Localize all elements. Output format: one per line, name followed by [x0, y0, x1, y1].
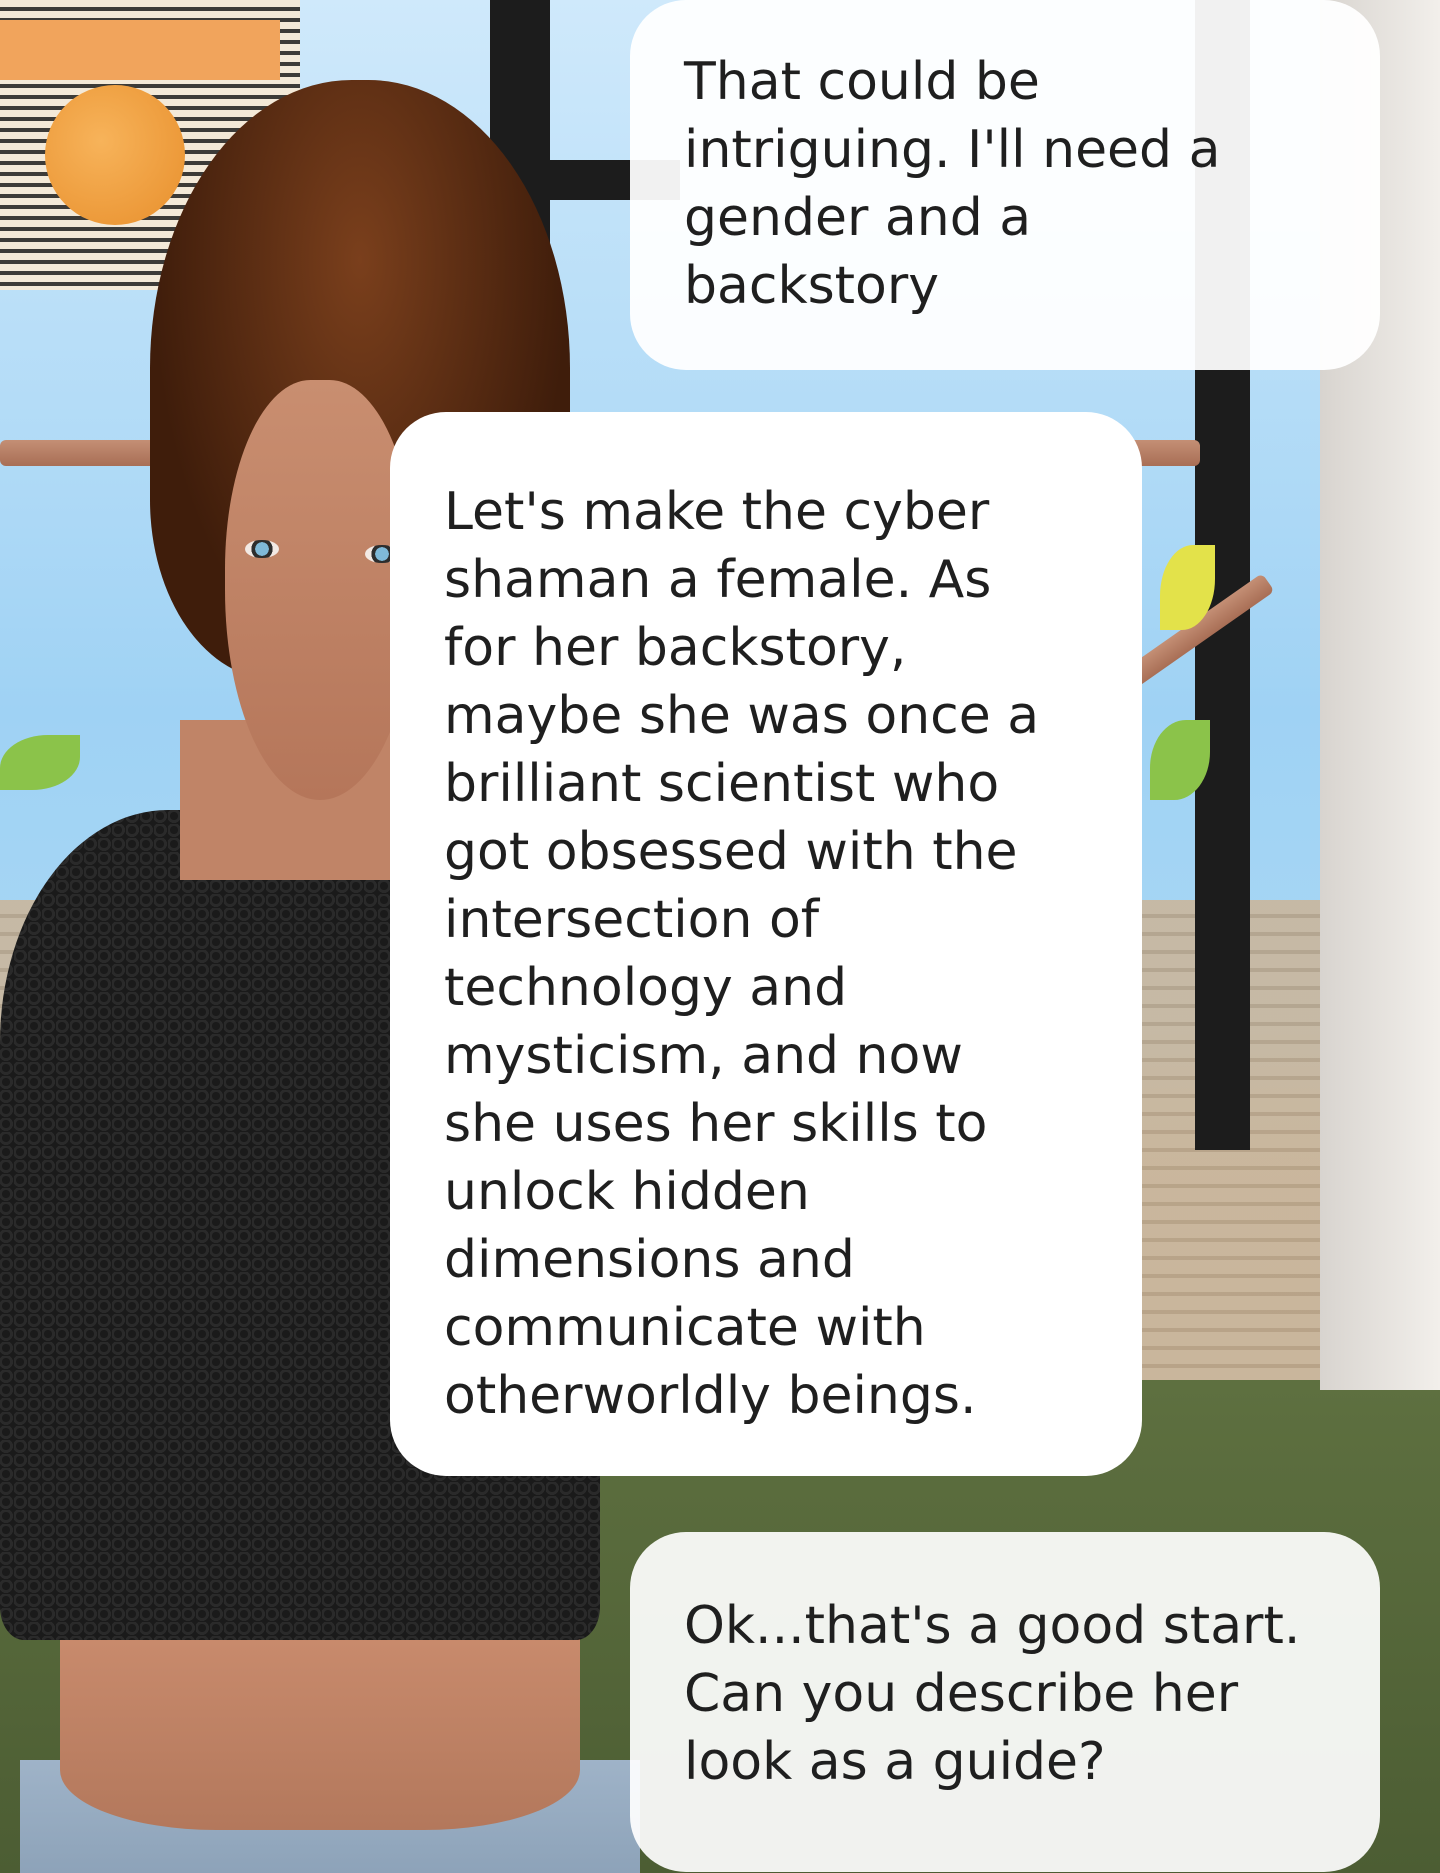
chat-bubble-user-message: That could be intriguing. I'll need a ge…: [630, 0, 1380, 370]
avatar-face: [225, 380, 415, 800]
chat-bubble-user-message: Ok...that's a good start. Can you descri…: [630, 1532, 1380, 1872]
avatar-midriff: [60, 1630, 580, 1830]
avatar-eye: [245, 540, 279, 558]
chat-bubble-ai-reply: Let's make the cyber shaman a female. As…: [390, 412, 1142, 1476]
